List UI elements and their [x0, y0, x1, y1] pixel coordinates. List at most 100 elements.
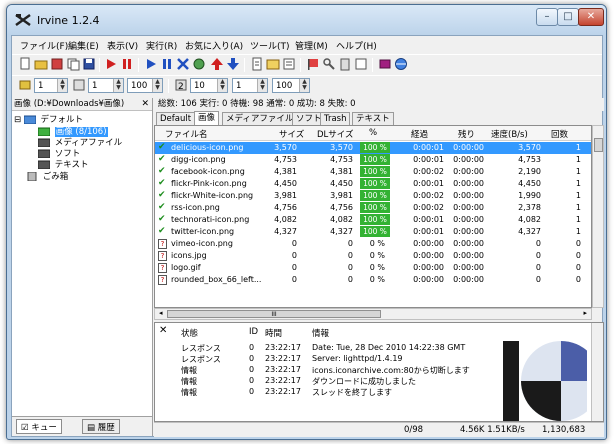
interval-stepper[interactable]: 1 ▲ ▼	[232, 78, 268, 93]
tab-trash[interactable]: Trash	[320, 112, 351, 125]
list-item[interactable]: ? rounded_box_66_left... 0 0 0:00:00 0:00:00 0…	[155, 274, 591, 286]
list-item[interactable]: ✔ rss-icon.png 4,756 4,756 0:00:02 0:00:00 2,3…	[155, 202, 591, 214]
globe-icon[interactable]	[394, 57, 408, 71]
tab-images[interactable]: 画像	[194, 111, 220, 125]
log-entry[interactable]: 情報 0 23:22:17 ダウンロードに成功しました	[155, 376, 505, 387]
scroll-thumb[interactable]	[594, 138, 603, 152]
book-icon[interactable]	[378, 57, 392, 71]
document-icon[interactable]	[250, 57, 264, 71]
list-item[interactable]: ? icons.jpg 0 0 0:00:00 0:00:00 0 0 0 %	[155, 250, 591, 262]
folder-doc-icon[interactable]	[266, 57, 280, 71]
list-vertical-scrollbar[interactable]	[592, 125, 604, 308]
col-dlsize[interactable]: DLサイズ	[317, 128, 354, 140]
col-size[interactable]: サイズ	[279, 128, 304, 140]
stepper-arrows-icon[interactable]: ▲ ▼	[152, 79, 162, 92]
col-filename[interactable]: ファイル名	[165, 128, 208, 140]
log-id: 0	[249, 343, 255, 352]
minimize-button[interactable]: –	[536, 8, 558, 26]
list-icon[interactable]	[282, 57, 296, 71]
list-item[interactable]: ✔ twitter-icon.png 4,327 4,327 0:00:01 0:00:0…	[155, 226, 591, 238]
scroll-right-icon[interactable]: ▸	[583, 309, 587, 317]
move-down-icon[interactable]	[226, 57, 240, 71]
menu-help[interactable]: ヘルプ(H)	[336, 39, 377, 52]
close-log-icon[interactable]: ✕	[159, 325, 167, 336]
log-entry[interactable]: レスポンス 0 23:22:17 Date: Tue, 28 Dec 2010 14:…	[155, 343, 505, 354]
menu-file[interactable]: ファイル(F)	[20, 39, 68, 52]
close-button[interactable]: ✕	[578, 8, 604, 26]
window-title: Irvine 1.2.4	[37, 14, 100, 27]
open-folder-icon[interactable]	[34, 57, 48, 71]
priority-stepper[interactable]: 100 ▲ ▼	[272, 78, 310, 93]
retry-stepper[interactable]: 10 ▲ ▼	[190, 78, 228, 93]
tab-history[interactable]: ▤ 履歴	[82, 419, 120, 434]
stepper-arrows-icon[interactable]: ▲ ▼	[57, 79, 67, 92]
menu-favorites[interactable]: お気に入り(A)	[185, 39, 243, 52]
threads-stepper[interactable]: 1 ▲ ▼	[88, 78, 124, 93]
tab-default[interactable]: Default	[156, 112, 196, 125]
list-item[interactable]: ✔ delicious-icon.png 3,570 3,570 0:00:01 0:00…	[155, 142, 591, 154]
clipboard-icon[interactable]	[338, 57, 352, 71]
pause-icon[interactable]	[120, 57, 134, 71]
tree-node-default[interactable]: ⊟ デフォルト	[14, 113, 83, 125]
log-entry[interactable]: レスポンス 0 23:22:17 Server: lighttpd/1.4.19	[155, 354, 505, 365]
maximize-button[interactable]: □	[557, 8, 579, 26]
tools-icon[interactable]	[322, 57, 336, 71]
cell-count: 0	[575, 275, 581, 284]
limit-stepper[interactable]: 100 ▲ ▼	[127, 78, 163, 93]
menu-edit[interactable]: 編集(E)	[68, 39, 99, 52]
tree-node-text[interactable]: テキスト	[38, 158, 88, 170]
pause-all-icon[interactable]	[160, 57, 174, 71]
tab-text[interactable]: テキスト	[352, 112, 394, 125]
collapse-icon[interactable]: ⊟	[14, 115, 21, 125]
list-item[interactable]: ✔ flickr-Pink-icon.png 4,450 4,450 0:00:01 0:…	[155, 178, 591, 190]
stepper-arrows-icon[interactable]: ▲ ▼	[217, 79, 227, 92]
copy-icon[interactable]	[66, 57, 80, 71]
col-elapsed[interactable]: 経過	[411, 128, 428, 140]
scroll-left-icon[interactable]: ◂	[159, 309, 163, 317]
stepper-arrows-icon[interactable]: ▲ ▼	[257, 79, 267, 92]
menu-tools[interactable]: ツール(T)	[250, 39, 290, 52]
settings-icon[interactable]	[192, 57, 206, 71]
download-list[interactable]: ファイル名 サイズ DLサイズ % 経過 残り 速度(B/s) 回数 ✔ deli…	[154, 125, 592, 308]
list-item[interactable]: ✔ technorati-icon.png 4,082 4,082 0:00:01 0:0…	[155, 214, 591, 226]
tree-node-trash[interactable]: ごみ箱	[26, 170, 68, 182]
save-icon[interactable]	[50, 57, 64, 71]
list-item[interactable]: ? vimeo-icon.png 0 0 0:00:00 0:00:00 0 0 0 %	[155, 238, 591, 250]
start-icon[interactable]	[104, 57, 118, 71]
col-speed[interactable]: 速度(B/s)	[491, 128, 528, 140]
cell-size: 3,570	[274, 143, 297, 152]
log-vertical-scrollbar[interactable]	[591, 323, 603, 421]
list-item[interactable]: ? logo.gif 0 0 0:00:00 0:00:00 0 0 0 %	[155, 262, 591, 274]
stepper-arrows-icon[interactable]: ▲ ▼	[113, 79, 123, 92]
flag-icon[interactable]	[306, 57, 320, 71]
menu-run[interactable]: 実行(R)	[146, 39, 177, 52]
log-pane[interactable]: ✕ 状態 ID 時間 情報 レスポンス 0 23:22:17 Date: Tue, 2…	[154, 322, 604, 422]
notes-icon[interactable]	[354, 57, 368, 71]
tab-media[interactable]: メディアファイル	[222, 112, 298, 125]
stepper-arrows-icon[interactable]: ▲ ▼	[299, 79, 309, 92]
list-item[interactable]: ✔ facebook-icon.png 4,381 4,381 0:00:02 0:00:…	[155, 166, 591, 178]
stop-icon[interactable]	[176, 57, 190, 71]
menu-manage[interactable]: 管理(M)	[295, 39, 328, 52]
menu-view[interactable]: 表示(V)	[107, 39, 138, 52]
cell-count: 0	[575, 239, 581, 248]
log-id: 0	[249, 365, 255, 374]
col-remaining[interactable]: 残り	[458, 128, 475, 140]
disk-icon[interactable]	[82, 57, 96, 71]
log-entry[interactable]: 情報 0 23:22:17 icons.iconarchive.com:80から切断し…	[155, 365, 505, 376]
list-horizontal-scrollbar[interactable]: ◂ III ▸	[154, 308, 592, 320]
col-percent[interactable]: %	[369, 128, 377, 138]
start-all-icon[interactable]	[144, 57, 158, 71]
title-bar[interactable]: Irvine 1.2.4 – □ ✕	[7, 5, 606, 35]
list-item[interactable]: ✔ digg-icon.png 4,753 4,753 0:00:01 0:00:00 4,…	[155, 154, 591, 166]
connections-stepper[interactable]: 1 ▲ ▼	[34, 78, 68, 93]
new-icon[interactable]	[18, 57, 32, 71]
move-up-icon[interactable]	[210, 57, 224, 71]
pending-file-icon: ?	[158, 263, 167, 273]
scroll-thumb[interactable]: III	[167, 310, 381, 318]
col-count[interactable]: 回数	[551, 128, 568, 140]
tab-queue[interactable]: ☑ キュー	[16, 419, 62, 434]
log-entry[interactable]: 情報 0 23:22:17 スレッドを終了します	[155, 387, 505, 398]
list-item[interactable]: ✔ flickr-White-icon.png 3,981 3,981 0:00:02 0…	[155, 190, 591, 202]
close-pane-icon[interactable]: ✕	[141, 98, 149, 110]
